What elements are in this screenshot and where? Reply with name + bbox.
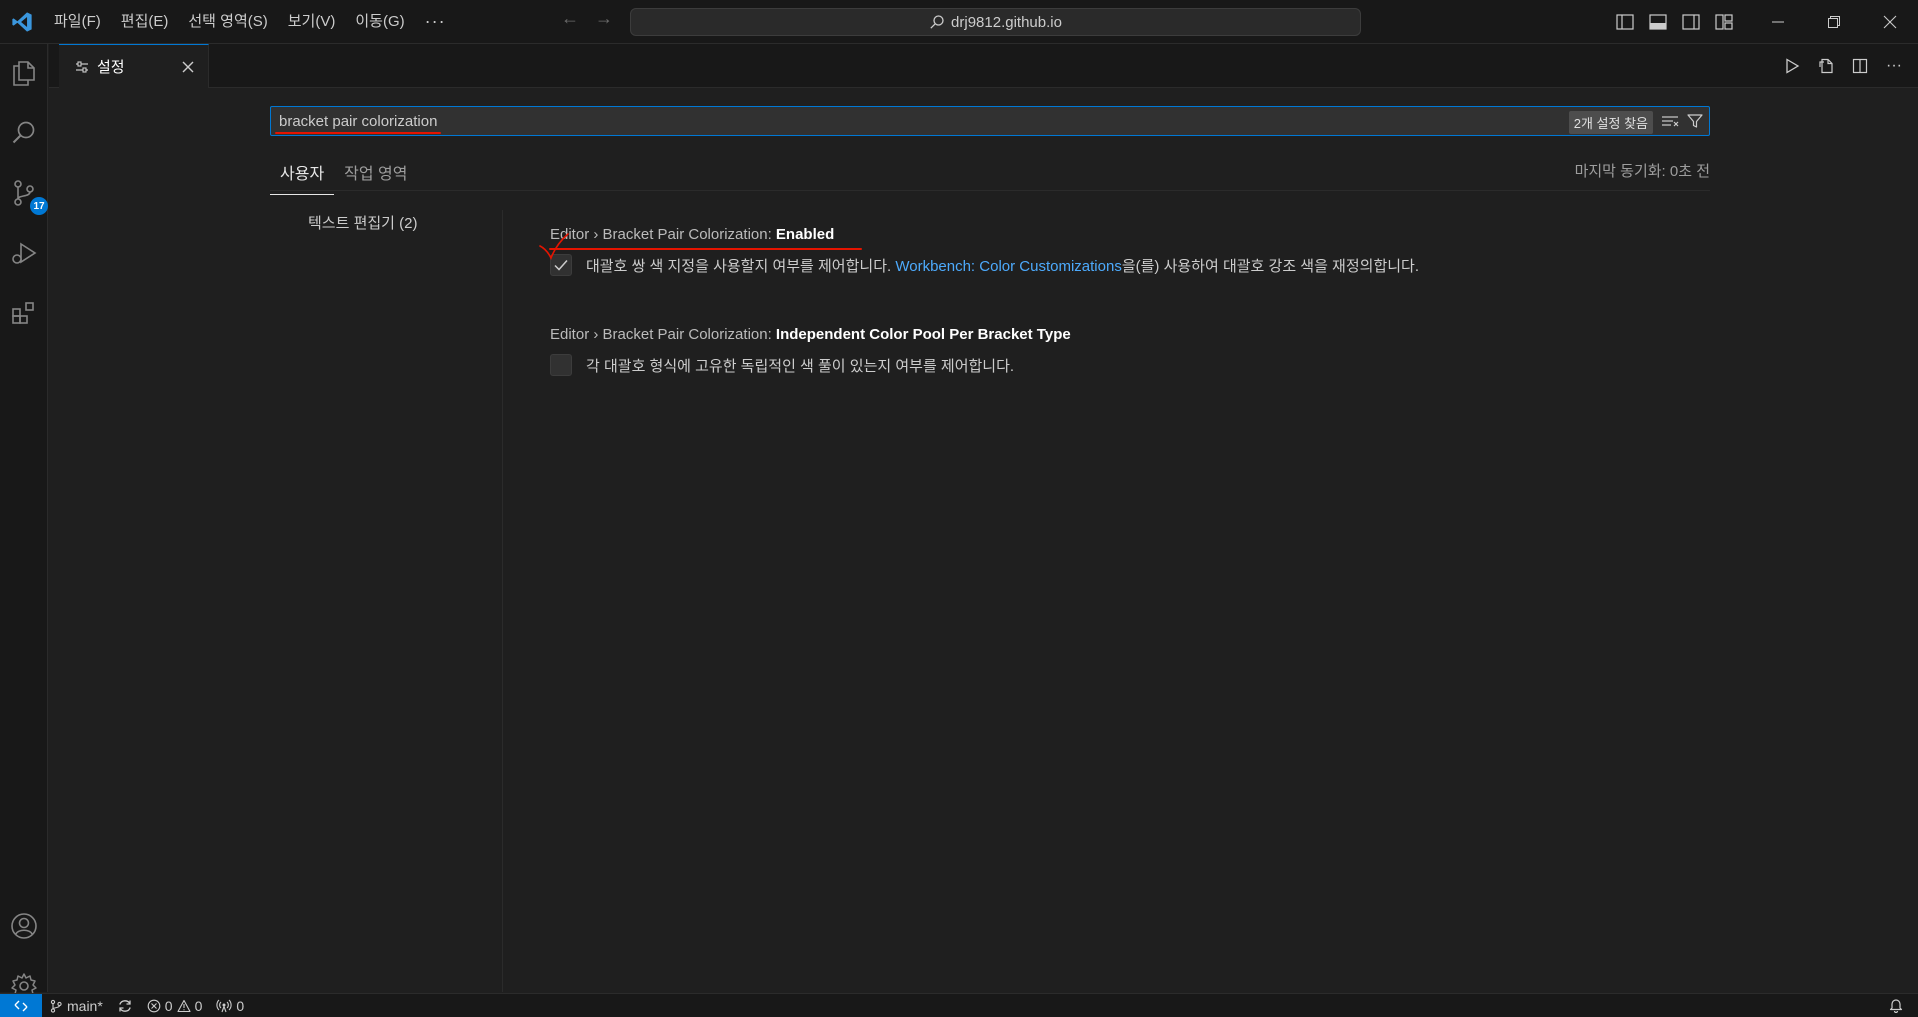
accounts-icon[interactable] <box>0 902 48 950</box>
toggle-panel-icon[interactable] <box>1641 0 1674 44</box>
filter-icon[interactable] <box>1687 113 1703 133</box>
setting-control-row: 대괄호 쌍 색 지정을 사용할지 여부를 제어합니다. Workbench: C… <box>539 233 1419 276</box>
warning-count: 0 <box>194 997 203 1014</box>
sync-icon[interactable] <box>110 998 140 1014</box>
source-control-badge: 17 <box>30 197 48 215</box>
title-bar: 파일(F) 편집(E) 선택 영역(S) 보기(V) 이동(G) ··· ← →… <box>0 0 1918 44</box>
menu-go[interactable]: 이동(G) <box>345 7 414 37</box>
result-count-badge: 2개 설정 찾음 <box>1568 111 1653 134</box>
ports-count: 0 <box>236 997 245 1014</box>
close-window-icon[interactable] <box>1862 0 1918 44</box>
vscode-logo-icon[interactable] <box>0 0 44 44</box>
broadcast-icon <box>216 999 233 1012</box>
setting-category: Editor › Bracket Pair Colorization: <box>550 326 776 343</box>
explorer-icon[interactable] <box>0 49 48 97</box>
setting-description: 각 대괄호 형식에 고유한 독립적인 색 풀이 있는지 여부를 제어합니다. <box>586 357 1015 375</box>
git-branch-icon <box>50 999 62 1013</box>
ports-status[interactable]: 0 <box>209 998 251 1014</box>
source-control-icon[interactable]: 17 <box>0 169 48 217</box>
toc-item-text-editor[interactable]: 텍스트 편집기 (2) <box>308 212 417 233</box>
run-debug-icon[interactable] <box>0 229 48 277</box>
forward-arrow-icon[interactable]: → <box>594 8 614 29</box>
split-editor-icon[interactable] <box>1850 56 1870 76</box>
search-actions: 2개 설정 찾음 <box>1568 111 1703 134</box>
clear-filter-icon[interactable] <box>1661 113 1679 133</box>
error-count: 0 <box>164 997 173 1014</box>
branch-name: main* <box>67 997 103 1014</box>
annotation-checkmark-icon <box>539 233 569 260</box>
menu-file[interactable]: 파일(F) <box>44 7 111 37</box>
notifications-bell-icon[interactable] <box>1888 997 1904 1016</box>
menu-more-button[interactable]: ··· <box>415 11 456 32</box>
branch-status[interactable]: main* <box>42 998 110 1014</box>
title-right-controls <box>1608 0 1918 44</box>
setting-item-enabled: Editor › Bracket Pair Colorization: Enab… <box>539 226 1419 276</box>
command-center-label: drj9812.github.io <box>951 13 1062 31</box>
toggle-secondary-sidebar-icon[interactable] <box>1674 0 1707 44</box>
workbench-color-customizations-link[interactable]: Workbench: Color Customizations <box>895 258 1121 275</box>
menu-selection[interactable]: 선택 영역(S) <box>178 7 277 37</box>
tab-label: 설정 <box>97 59 125 76</box>
problems-status[interactable]: 0 0 <box>140 998 210 1014</box>
setting-title: Editor › Bracket Pair Colorization: Inde… <box>550 326 1071 343</box>
menu-view[interactable]: 보기(V) <box>278 7 346 37</box>
status-bar: main* 0 0 0 <box>0 993 1918 1017</box>
setting-item-independent-color-pool: Editor › Bracket Pair Colorization: Inde… <box>550 326 1071 376</box>
annotation-underline <box>549 248 862 250</box>
restore-icon[interactable] <box>1806 0 1862 44</box>
setting-category: Editor › Bracket Pair Colorization: <box>550 226 776 243</box>
search-view-icon[interactable] <box>0 109 48 157</box>
tab-settings[interactable]: 설정 <box>59 44 209 88</box>
more-actions-icon[interactable]: ··· <box>1884 56 1904 76</box>
editor-actions: ··· <box>1782 44 1904 88</box>
sync-status: 마지막 동기화: 0초 전 <box>1574 163 1710 180</box>
search-icon <box>930 15 944 29</box>
warning-icon <box>177 999 191 1012</box>
setting-title: Editor › Bracket Pair Colorization: Enab… <box>549 226 1419 250</box>
remote-indicator-icon[interactable] <box>0 993 42 1017</box>
description-text-suffix: 을(를) 사용하여 대괄호 강조 색을 재정의합니다. <box>1121 257 1420 275</box>
setting-key: Independent Color Pool Per Bracket Type <box>775 326 1071 343</box>
setting-description: 대괄호 쌍 색 지정을 사용할지 여부를 제어합니다. Workbench: C… <box>586 255 1419 276</box>
description-text: 대괄호 쌍 색 지정을 사용할지 여부를 제어합니다. <box>586 257 896 275</box>
settings-search-input[interactable]: bracket pair colorization 2개 설정 찾음 <box>270 106 1710 136</box>
setting-key: Enabled <box>775 226 835 243</box>
activity-bar: 17 <box>0 44 48 999</box>
toc-divider <box>502 210 503 992</box>
back-arrow-icon[interactable]: ← <box>560 8 580 29</box>
settings-sliders-icon <box>76 60 88 73</box>
minimize-icon[interactable] <box>1750 0 1806 44</box>
close-icon[interactable] <box>178 57 198 77</box>
error-icon <box>147 999 161 1012</box>
independent-color-pool-checkbox[interactable] <box>550 354 572 376</box>
toggle-primary-sidebar-icon[interactable] <box>1608 0 1641 44</box>
menu-edit[interactable]: 편집(E) <box>111 7 179 37</box>
customize-layout-icon[interactable] <box>1707 0 1740 44</box>
navigation-arrows: ← → <box>560 8 614 29</box>
command-center[interactable]: drj9812.github.io <box>630 8 1361 36</box>
editor-tab-bar: 설정 ··· <box>49 44 1918 88</box>
extensions-icon[interactable] <box>0 289 48 337</box>
open-settings-json-icon[interactable] <box>1816 56 1836 76</box>
run-icon[interactable] <box>1782 56 1802 76</box>
divider <box>270 190 1710 191</box>
menu-bar: 파일(F) 편집(E) 선택 영역(S) 보기(V) 이동(G) ··· <box>44 0 456 44</box>
settings-search-query: bracket pair colorization <box>274 112 442 134</box>
setting-control-row: 각 대괄호 형식에 고유한 독립적인 색 풀이 있는지 여부를 제어합니다. <box>550 354 1071 376</box>
